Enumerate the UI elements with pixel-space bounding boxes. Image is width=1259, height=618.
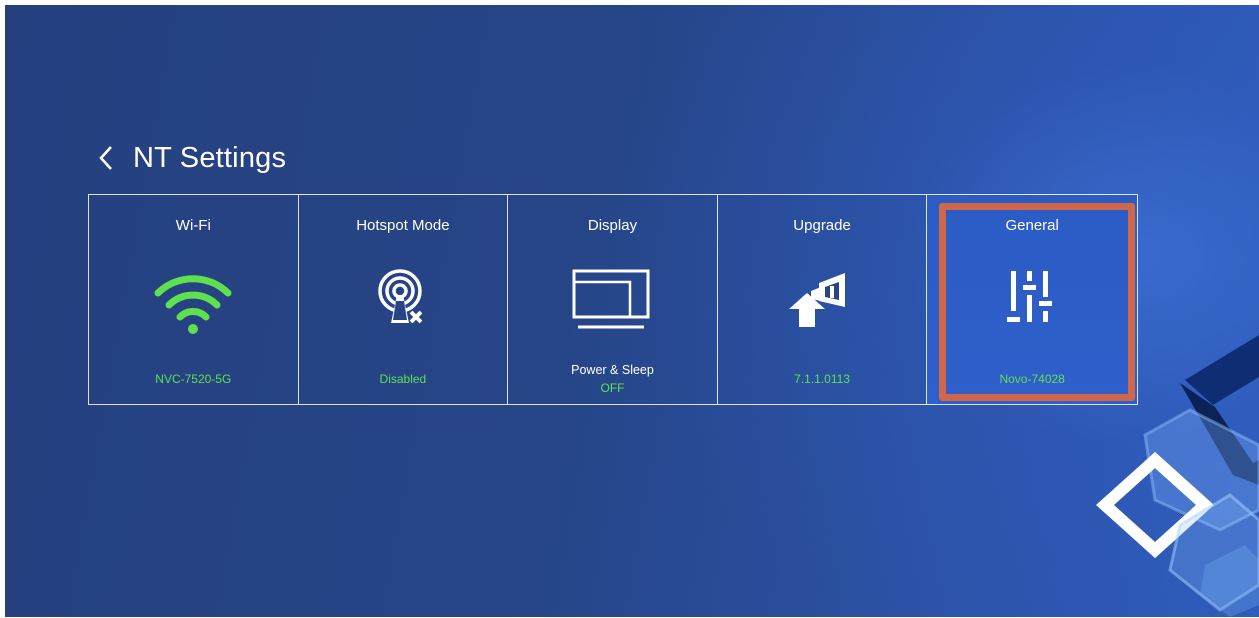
tile-display-sublabel: Power & Sleep [571, 363, 654, 377]
tile-general[interactable]: General Novo-74028 [927, 195, 1137, 404]
page-title: NT Settings [133, 141, 287, 174]
page-header: NT Settings [93, 135, 286, 181]
tile-general-status: Novo-74028 [999, 372, 1065, 386]
tile-wifi[interactable]: Wi-Fi NVC-7520-5G [89, 195, 299, 404]
tile-upgrade[interactable]: Upgrade 7.1.1.0113 [718, 195, 928, 404]
tile-hotspot-mode[interactable]: Hotspot Mode Disabled [299, 195, 509, 404]
settings-screen: NT Settings Wi-Fi NVC-7520-5G Hotspot Mo… [5, 5, 1259, 617]
tile-display-status: OFF [600, 381, 625, 395]
tile-display[interactable]: Display Power & Sleep OFF [508, 195, 718, 404]
wifi-icon [154, 275, 232, 334]
upgrade-icon [789, 273, 846, 327]
display-icon [572, 269, 650, 329]
sliders-icon [1007, 271, 1053, 322]
settings-grid: Wi-Fi NVC-7520-5G Hotspot Mode Disabled [88, 194, 1138, 405]
chevron-left-icon [99, 146, 112, 170]
tile-upgrade-label: Upgrade [793, 217, 851, 234]
hotspot-disabled-icon [378, 269, 423, 324]
tile-hotspot-label: Hotspot Mode [356, 217, 450, 234]
tile-general-label: General [1005, 217, 1059, 234]
back-button[interactable] [93, 138, 119, 178]
tile-hotspot-status: Disabled [379, 372, 427, 386]
tile-display-label: Display [587, 217, 638, 234]
tile-wifi-status: NVC-7520-5G [155, 372, 232, 386]
tile-upgrade-status: 7.1.1.0113 [794, 372, 850, 386]
tile-wifi-label: Wi-Fi [175, 217, 211, 234]
